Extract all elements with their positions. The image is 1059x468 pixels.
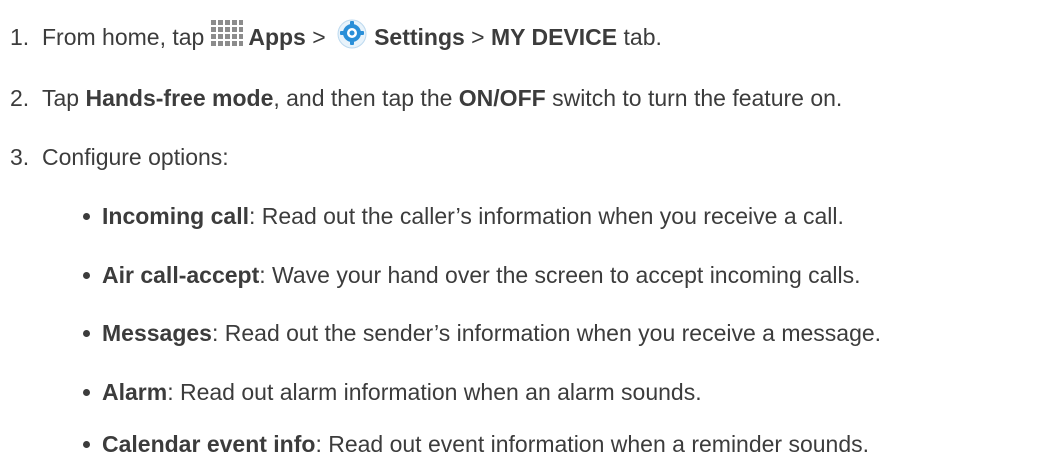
bullet-icon [83,271,90,279]
option-name: Alarm [102,378,168,405]
option-item-incoming-call: Incoming call : Read out the caller’s in… [83,199,844,233]
on-off-label: ON/OFF [458,84,546,111]
bullet-icon [83,329,90,337]
step-number: 1. [10,23,30,50]
option-name: Calendar event info [102,430,316,457]
step-text-end: tab. [617,23,662,50]
step-text: Tap [42,84,86,111]
option-description: : Read out alarm information when an ala… [167,378,702,405]
settings-label: Settings [374,23,465,50]
settings-gear-icon [336,18,368,56]
option-description: : Read out the caller’s information when… [248,202,844,229]
step-number: 3. [10,143,30,170]
apps-grid-icon [210,19,244,55]
option-item-messages: Messages : Read out the sender’s informa… [83,316,881,350]
step-text: Configure options: [42,143,229,170]
step-number: 2. [10,84,30,111]
separator: > [464,23,492,50]
bullet-icon [83,388,90,396]
instruction-document: 1. From home, tap Apps > Settings > MY D… [0,0,1059,468]
step-2: 2. Tap Hands-free mode , and then tap th… [10,81,842,115]
hands-free-mode-label: Hands-free mode [85,84,274,111]
step-text: From home, tap [42,23,205,50]
bullet-icon [83,212,90,220]
option-name: Messages [102,319,212,346]
option-description: : Wave your hand over the screen to acce… [259,261,861,288]
option-item-calendar-event-info: Calendar event info : Read out event inf… [83,427,869,461]
step-1: 1. From home, tap Apps > Settings > MY D… [10,18,662,56]
step-text-end: switch to turn the feature on. [545,84,843,111]
step-text: , and then tap the [273,84,459,111]
my-device-label: MY DEVICE [491,23,618,50]
option-description: : Read out the sender’s information when… [211,319,882,346]
option-item-alarm: Alarm : Read out alarm information when … [83,375,702,409]
separator: > [305,23,333,50]
option-description: : Read out event information when a remi… [315,430,870,457]
option-name: Incoming call [102,202,249,229]
bullet-icon [83,440,90,448]
option-name: Air call-accept [102,261,260,288]
apps-label: Apps [248,23,306,50]
step-3: 3. Configure options: [10,140,229,174]
option-item-air-call-accept: Air call-accept : Wave your hand over th… [83,258,861,292]
